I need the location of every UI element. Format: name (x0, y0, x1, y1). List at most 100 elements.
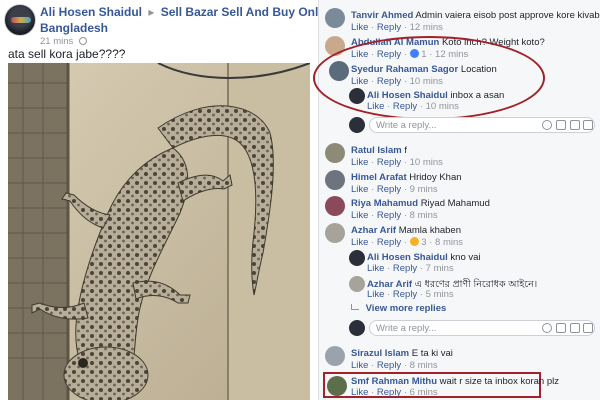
reply-link[interactable]: Reply (377, 22, 401, 33)
commenter-avatar[interactable] (325, 8, 345, 28)
reply-text: kno vai (450, 252, 481, 263)
reply-link[interactable]: Reply (393, 263, 417, 274)
like-link[interactable]: Like (351, 184, 368, 195)
gif-icon[interactable] (570, 120, 580, 130)
emoji-icon[interactable] (542, 120, 552, 130)
gecko-image (8, 63, 310, 400)
commenter-name[interactable]: Sirazul Islam (351, 348, 409, 359)
reply-link[interactable]: Reply (377, 237, 401, 248)
like-link[interactable]: Like (351, 22, 368, 33)
comment-text: Riyad Mahamud (420, 198, 490, 209)
like-link[interactable]: Like (351, 210, 368, 221)
reply-time[interactable]: 7 mins (426, 263, 454, 274)
post-card: Ali Hosen Shaidul ▸ Sell Bazar Sell And … (0, 0, 325, 400)
reply-placeholder: Write a reply... (376, 120, 437, 131)
reply-link[interactable]: Reply (377, 157, 401, 168)
commenter-name[interactable]: Smf Rahman Mithu (351, 376, 437, 387)
like-link[interactable]: Like (367, 263, 384, 274)
comment-text: Mamla khaben (398, 225, 461, 236)
reply-link[interactable]: Reply (377, 387, 401, 398)
reply-actions: Like · Reply · 5 mins (367, 289, 454, 300)
comment-time[interactable]: 6 mins (410, 387, 438, 398)
comment-actions: Like · Reply · 12 mins (351, 22, 443, 33)
reaction-count[interactable]: 3 (421, 237, 426, 248)
post-text: ata sell kora jabe???? (8, 47, 126, 61)
post-photo-gecko[interactable] (8, 63, 310, 400)
commenter-avatar[interactable] (325, 196, 345, 216)
commenter-name[interactable]: Azhar Arif (351, 225, 396, 236)
comment-time[interactable]: 9 mins (410, 184, 438, 195)
comment-actions: Like · Reply · 10 mins (351, 157, 443, 168)
like-link[interactable]: Like (351, 237, 368, 248)
reply-placeholder: Write a reply... (376, 323, 437, 334)
reply-item: Ali Hosen Shaidul kno vai (367, 252, 481, 263)
reply-input[interactable]: Write a reply... (369, 117, 595, 133)
reply-input[interactable]: Write a reply... (369, 320, 595, 336)
globe-icon (78, 37, 87, 45)
commenter-avatar[interactable] (325, 346, 345, 366)
reply-link[interactable]: Reply (393, 289, 417, 300)
emoji-icon[interactable] (542, 323, 552, 333)
group-link[interactable]: Sell Bazar Sell And Buy Only (161, 5, 325, 19)
reply-arrow-icon (351, 304, 359, 310)
like-link[interactable]: Like (351, 387, 368, 398)
my-avatar (349, 117, 365, 133)
replier-name[interactable]: Ali Hosen Shaidul (367, 252, 448, 263)
comment-text: E ta ki vai (411, 348, 453, 359)
group-link-line2[interactable]: Bangladesh (40, 21, 108, 35)
comment-actions: Like · Reply · 3 · 8 mins (351, 237, 464, 248)
comment-time[interactable]: 8 mins (435, 237, 463, 248)
sticker-icon[interactable] (583, 120, 593, 130)
comment-actions: Like · Reply · 8 mins (351, 360, 438, 371)
replier-avatar[interactable] (349, 250, 365, 266)
comment-time[interactable]: 10 mins (410, 157, 443, 168)
comment-actions: Like · Reply · 9 mins (351, 184, 438, 195)
reply-link[interactable]: Reply (377, 184, 401, 195)
replier-avatar[interactable] (349, 276, 365, 292)
commenter-avatar[interactable] (327, 376, 347, 396)
highlight-ellipse (313, 36, 545, 120)
commenter-name[interactable]: Himel Arafat (351, 172, 407, 183)
comment-item: Riya Mahamud Riyad Mahamud (351, 198, 490, 209)
commenter-avatar[interactable] (325, 170, 345, 190)
camera-icon[interactable] (556, 323, 566, 333)
arrow-icon: ▸ (148, 5, 155, 19)
comment-item: Ratul Islam f (351, 145, 407, 156)
author-avatar[interactable] (4, 4, 36, 36)
comment-time[interactable]: 12 mins (410, 22, 443, 33)
comment-time[interactable]: 8 mins (410, 360, 438, 371)
camera-icon[interactable] (556, 120, 566, 130)
reply-link[interactable]: Reply (377, 210, 401, 221)
post-timestamp[interactable]: 21 mins (40, 36, 73, 47)
commenter-avatar[interactable] (325, 143, 345, 163)
gif-icon[interactable] (570, 323, 580, 333)
comment-item: Sirazul Islam E ta ki vai (351, 348, 453, 359)
view-more-label: View more replies (365, 303, 447, 314)
haha-reaction-icon (409, 237, 419, 246)
comment-text: Hridoy Khan (409, 172, 462, 183)
like-link[interactable]: Like (367, 289, 384, 300)
comment-text: Admin vaiera eisob post approve kore kiv… (415, 10, 600, 21)
post-time-row: 21 mins (40, 36, 87, 47)
reply-time[interactable]: 5 mins (426, 289, 454, 300)
like-link[interactable]: Like (351, 360, 368, 371)
comment-item: Azhar Arif Mamla khaben (351, 225, 461, 236)
my-avatar (349, 320, 365, 336)
like-link[interactable]: Like (351, 157, 368, 168)
commenter-name[interactable]: Tanvir Ahmed (351, 10, 413, 21)
commenter-avatar[interactable] (325, 223, 345, 243)
reply-actions: Like · Reply · 7 mins (367, 263, 454, 274)
comment-time[interactable]: 8 mins (410, 210, 438, 221)
view-more-replies-link[interactable]: View more replies (351, 303, 446, 314)
reply-link[interactable]: Reply (377, 360, 401, 371)
post-header: Ali Hosen Shaidul ▸ Sell Bazar Sell And … (40, 5, 325, 19)
commenter-name[interactable]: Ratul Islam (351, 145, 402, 156)
sticker-icon[interactable] (583, 323, 593, 333)
comment-text: f (404, 145, 407, 156)
comment-actions: Like · Reply · 8 mins (351, 210, 438, 221)
post-author-link[interactable]: Ali Hosen Shaidul (40, 5, 142, 19)
commenter-name[interactable]: Riya Mahamud (351, 198, 418, 209)
comment-item: Himel Arafat Hridoy Khan (351, 172, 462, 183)
comment-text: wait r size ta inbox koran plz (439, 376, 560, 387)
comment-item: Tanvir Ahmed Admin vaiera eisob post app… (351, 10, 600, 21)
